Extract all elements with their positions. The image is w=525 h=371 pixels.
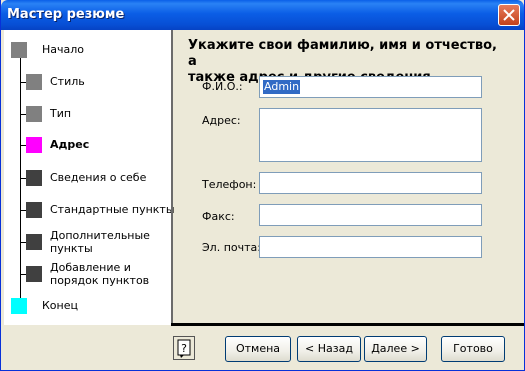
phone-label: Телефон: xyxy=(202,178,257,191)
address-label: Адрес: xyxy=(202,114,241,127)
step-label: Стиль xyxy=(50,75,85,88)
next-button[interactable]: Далее > xyxy=(364,336,427,362)
step-label: Добавление и порядок пунктов xyxy=(50,261,149,287)
step-label: Адрес xyxy=(50,138,90,151)
step-marker xyxy=(11,298,27,314)
title-bar: Мастер резюме xyxy=(1,0,524,30)
step-connector xyxy=(20,82,26,83)
step-label: Дополнительные пункты xyxy=(50,229,150,255)
resume-wizard-window: Мастер резюме Начало Стиль Тип Адрес Сведени… xyxy=(0,0,525,371)
cancel-button[interactable]: Отмена xyxy=(225,336,291,362)
step-marker xyxy=(26,266,42,282)
step-label: Начало xyxy=(42,43,85,56)
step-marker xyxy=(26,234,42,250)
help-button[interactable]: ? xyxy=(173,336,195,360)
step-connector xyxy=(20,210,26,211)
step-label-line: Дополнительные xyxy=(50,229,150,242)
step-label-line: Добавление и xyxy=(50,261,131,274)
wizard-steps-panel: Начало Стиль Тип Адрес Сведения о себе Станда… xyxy=(4,30,175,325)
panel-divider xyxy=(171,30,173,325)
fio-label: Ф.И.О.: xyxy=(202,80,243,93)
steps-timeline xyxy=(20,48,21,306)
step-connector xyxy=(20,274,26,275)
step-connector xyxy=(20,178,26,179)
step-marker xyxy=(11,42,27,58)
step-connector xyxy=(20,242,26,243)
svg-text:?: ? xyxy=(181,342,187,355)
close-icon xyxy=(503,9,515,21)
step-marker xyxy=(26,202,42,218)
step-label: Сведения о себе xyxy=(50,171,147,184)
fio-field[interactable]: Admin xyxy=(259,76,482,98)
help-icon: ? xyxy=(177,339,191,358)
step-connector xyxy=(20,114,26,115)
step-connector xyxy=(20,145,26,146)
phone-field[interactable] xyxy=(259,172,482,194)
step-marker xyxy=(26,74,42,90)
back-button[interactable]: < Назад xyxy=(297,336,361,362)
finish-button[interactable]: Готово xyxy=(441,336,505,362)
address-field[interactable] xyxy=(259,108,482,162)
heading-line-1: Укажите свои фамилию, имя и отчество, а xyxy=(188,38,497,69)
window-title: Мастер резюме xyxy=(7,7,125,22)
fio-value: Admin xyxy=(263,80,301,94)
fax-label: Факс: xyxy=(202,210,235,223)
step-marker xyxy=(26,106,42,122)
close-button[interactable] xyxy=(498,4,520,26)
step-marker xyxy=(26,170,42,186)
bottom-divider xyxy=(171,323,524,326)
step-label: Тип xyxy=(50,107,72,120)
step-label: Стандартные пункты xyxy=(50,203,175,216)
email-field[interactable] xyxy=(259,236,482,258)
email-label: Эл. почта: xyxy=(202,241,261,254)
step-marker xyxy=(26,137,42,153)
step-label-line: пункты xyxy=(50,242,93,255)
fax-field[interactable] xyxy=(259,204,482,226)
step-label-line: порядок пунктов xyxy=(50,274,150,287)
step-label: Конец xyxy=(42,299,78,312)
